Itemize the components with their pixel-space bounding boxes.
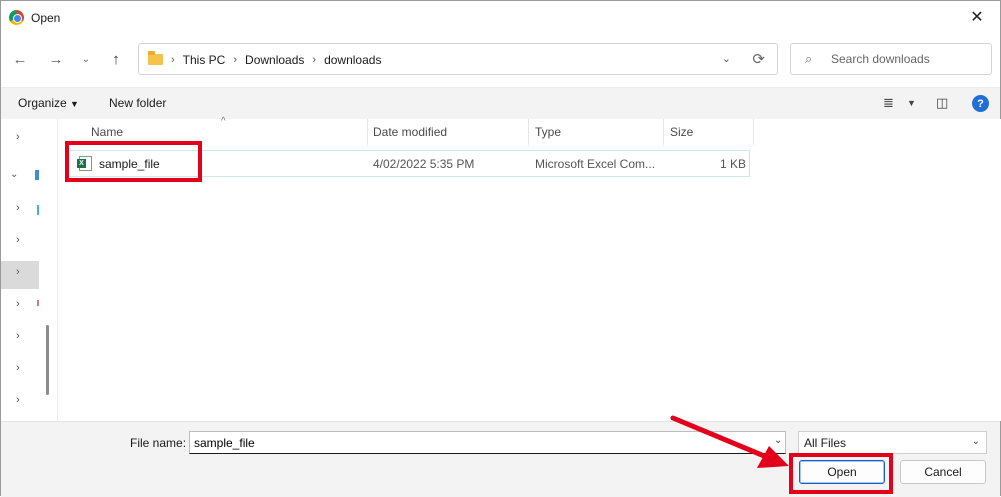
search-icon: ⌕ [805,51,813,66]
address-row: ← → ⌄ ↑ › This PC › Downloads › download… [1,39,1000,79]
breadcrumb-separator-icon: › [171,54,175,66]
navigation-pane: › ⌄ › › › › › › › [1,119,49,421]
column-divider[interactable] [663,119,664,145]
refresh-icon[interactable]: ⟳ [752,50,765,68]
file-type: Microsoft Excel Com... [535,157,656,171]
this-pc-icon [35,170,39,180]
recent-locations-chevron-icon[interactable]: ⌄ [75,48,97,70]
column-divider[interactable] [528,119,529,145]
breadcrumb-item-downloads-sub[interactable]: downloads [324,53,381,67]
back-arrow-icon[interactable]: ← [9,48,31,70]
annotation-highlight-open [789,453,893,494]
annotation-arrow-icon [670,415,789,468]
nav-collapse-chevron-icon[interactable]: ⌄ [10,169,18,180]
help-icon[interactable]: ? [972,95,989,112]
column-divider[interactable] [753,119,754,145]
column-divider[interactable] [367,119,368,145]
column-header-date[interactable]: Date modified [373,125,447,139]
command-bar: Organize ▼ New folder ≣ ▼ ◫ ? [1,87,1000,119]
preview-pane-icon[interactable]: ◫ [936,95,948,111]
column-header-size[interactable]: Size [670,125,693,139]
search-input[interactable] [831,52,981,66]
nav-expand-chevron-icon[interactable]: › [16,131,20,143]
organize-dropdown-icon: ▼ [70,99,79,109]
up-arrow-icon[interactable]: ↑ [105,48,127,70]
folder-icon [148,51,163,65]
organize-button[interactable]: Organize ▼ [18,96,79,110]
view-list-icon[interactable]: ≣ [883,95,894,111]
open-dialog: Open ✕ ← → ⌄ ↑ › This PC › Downloads › d… [0,0,1001,497]
nav-expand-chevron-icon[interactable]: › [16,394,20,406]
file-date-modified: 4/02/2022 5:35 PM [373,157,475,171]
folder-icon [37,300,39,306]
new-folder-button[interactable]: New folder [109,96,166,110]
nav-selected-item[interactable] [1,261,39,289]
cancel-button[interactable]: Cancel [900,460,986,484]
view-options-dropdown-icon[interactable]: ▼ [907,98,916,108]
address-bar[interactable]: › This PC › Downloads › downloads ⌄ ⟳ [138,43,778,75]
organize-label: Organize [18,96,67,110]
nav-expand-chevron-icon[interactable]: › [16,234,20,246]
breadcrumb: › This PC › Downloads › downloads [171,53,381,67]
filename-label: File name: [130,436,187,450]
nav-expand-chevron-icon[interactable]: › [16,330,20,342]
file-type-filter-value: All Files [804,436,847,450]
breadcrumb-separator-icon: › [312,54,317,66]
window-title: Open [31,11,61,25]
nav-expand-chevron-icon[interactable]: › [16,202,20,214]
search-box[interactable]: ⌕ [790,43,992,75]
breadcrumb-separator-icon: › [233,54,238,66]
drive-icon [37,205,39,215]
forward-arrow-icon[interactable]: → [45,48,67,70]
nav-expand-chevron-icon[interactable]: › [16,266,20,278]
nav-scrollbar[interactable] [46,325,49,395]
close-button[interactable]: ✕ [954,1,1000,33]
sort-ascending-icon: ^ [221,116,226,127]
breadcrumb-item-this-pc[interactable]: This PC [183,53,226,67]
column-header-name[interactable]: Name [91,125,123,139]
breadcrumb-item-downloads[interactable]: Downloads [245,53,304,67]
chrome-icon [9,10,24,25]
column-header-type[interactable]: Type [535,125,561,139]
file-type-filter-select[interactable]: All Files ⌄ [798,431,987,454]
title-bar: Open ✕ [1,1,1000,35]
filter-chevron-down-icon: ⌄ [971,436,980,447]
annotation-highlight-file [65,141,202,182]
nav-expand-chevron-icon[interactable]: › [16,298,20,310]
nav-expand-chevron-icon[interactable]: › [16,362,20,374]
address-dropdown-chevron-icon[interactable]: ⌄ [722,52,731,65]
file-size: 1 KB [719,157,746,171]
